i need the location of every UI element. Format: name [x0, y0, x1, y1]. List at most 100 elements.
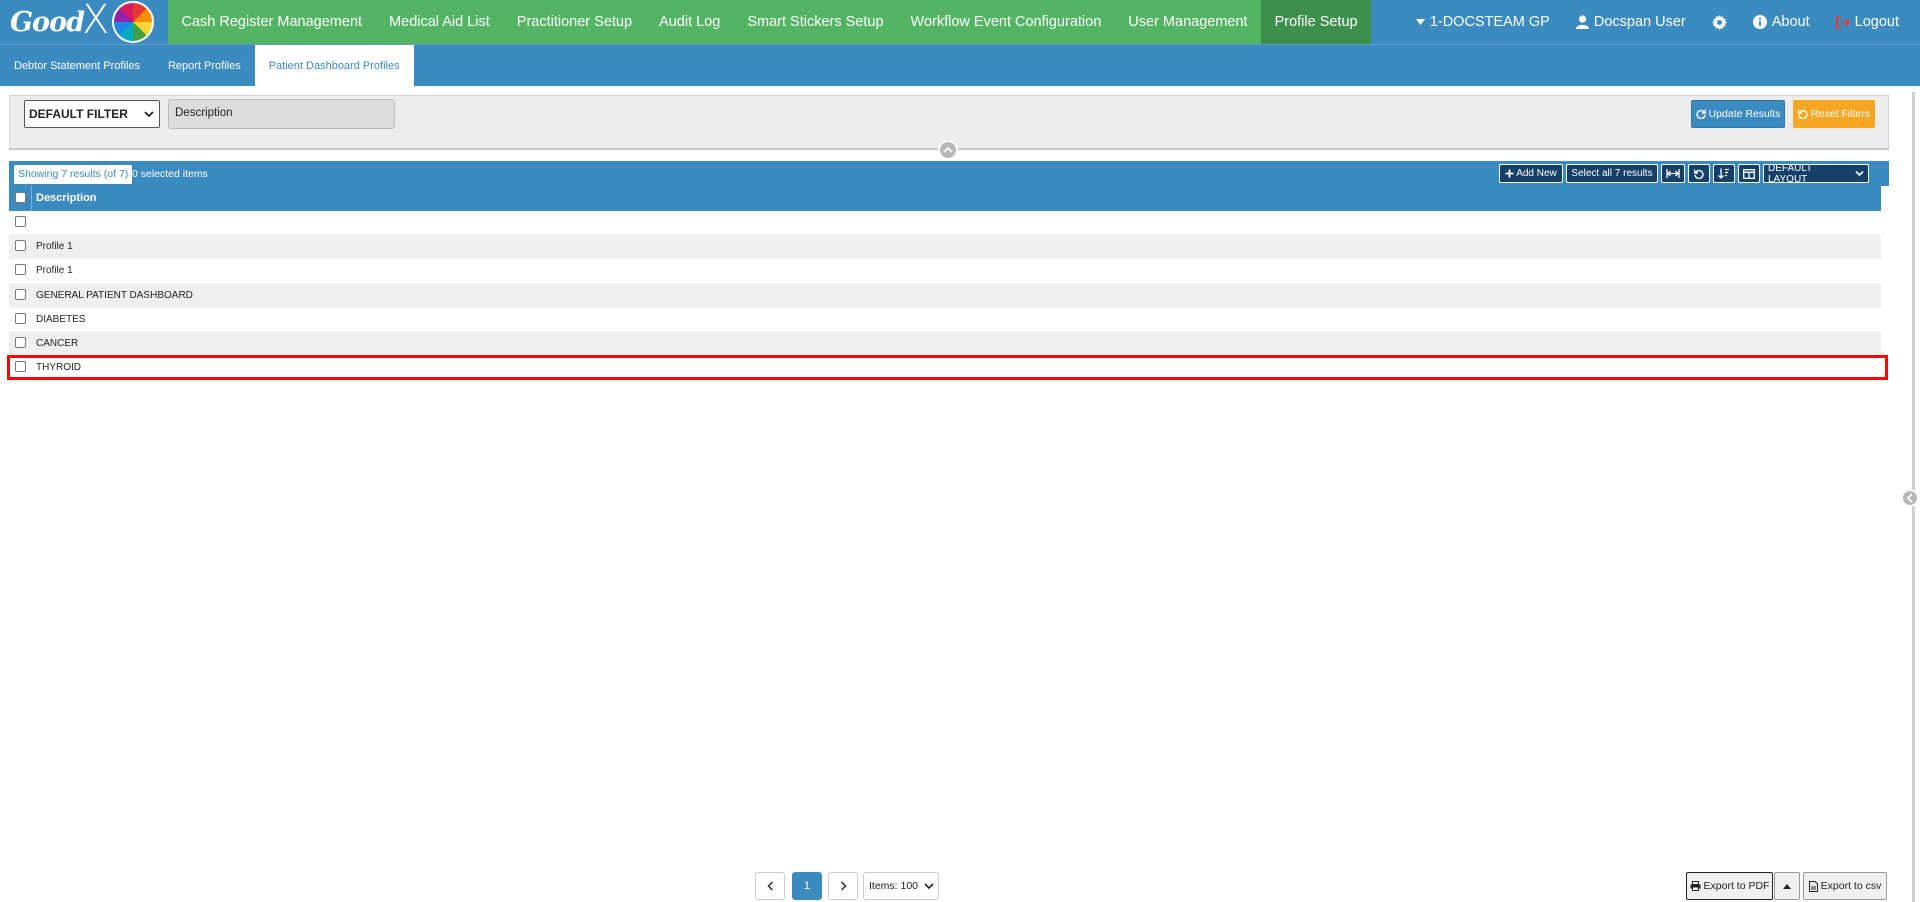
collapse-filter-button[interactable] [938, 140, 958, 160]
chevron-down-icon [924, 881, 934, 894]
table-row[interactable]: Profile 1 [9, 259, 1881, 284]
nav-medical-aid-list[interactable]: Medical Aid List [376, 0, 504, 44]
row-description: Profile 1 [36, 265, 73, 277]
table-row[interactable]: DIABETES [9, 308, 1881, 332]
tab-patient-dashboard-profiles[interactable]: Patient Dashboard Profiles [254, 45, 414, 86]
table-row[interactable]: GENERAL PATIENT DASHBOARD [9, 283, 1881, 308]
reset-filters-button[interactable]: Reset Filters [1793, 100, 1875, 128]
undo-icon [1798, 109, 1808, 119]
columns-icon [1743, 168, 1755, 179]
tab-report-profiles[interactable]: Report Profiles [154, 45, 255, 86]
sort-icon [1718, 168, 1730, 179]
columns-button[interactable] [1738, 164, 1760, 183]
settings-button[interactable] [1699, 14, 1740, 30]
printer-icon [1690, 881, 1701, 891]
logout-icon [1835, 15, 1850, 29]
top-navbar: Good X Cash Register Management Medical … [0, 0, 1920, 44]
grid-header: Description [9, 186, 1881, 211]
nav-profile-setup[interactable]: Profile Setup [1261, 0, 1372, 44]
arrows-horizontal-icon [1666, 169, 1680, 178]
row-checkbox[interactable] [15, 264, 26, 276]
chevron-left-icon [766, 881, 774, 891]
fit-columns-button[interactable] [1661, 164, 1685, 183]
logo-text: Good [10, 6, 85, 38]
row-description: THYROID [36, 362, 81, 374]
select-all-checkbox[interactable] [15, 192, 26, 203]
table-row[interactable]: Profile 1 [9, 235, 1881, 260]
chevron-left-icon [1906, 493, 1914, 503]
description-filter-field[interactable]: Description [168, 99, 395, 129]
user-icon [1575, 15, 1589, 29]
selected-count: 0 selected items [132, 168, 208, 180]
page-1-button[interactable]: 1 [792, 872, 822, 900]
table-row[interactable] [9, 211, 1881, 236]
chevron-right-icon [840, 881, 847, 891]
nav-audit-log[interactable]: Audit Log [646, 0, 734, 44]
row-description: GENERAL PATIENT DASHBOARD [36, 289, 193, 301]
color-wheel-icon [112, 1, 154, 43]
about-link[interactable]: About [1740, 14, 1823, 30]
nav-practitioner-setup[interactable]: Practitioner Setup [503, 0, 645, 44]
export-csv-label: Export to csv [1820, 880, 1882, 892]
refresh-icon [1696, 109, 1706, 119]
items-per-page-select[interactable]: Items: 100 [863, 872, 939, 900]
row-checkbox[interactable] [15, 312, 26, 324]
row-checkbox[interactable] [15, 216, 26, 227]
row-checkbox[interactable] [15, 240, 26, 252]
export-options-button[interactable] [1774, 872, 1800, 900]
side-panel-toggle[interactable] [1901, 489, 1919, 507]
row-checkbox[interactable] [15, 288, 26, 300]
tab-debtor-statement-profiles[interactable]: Debtor Statement Profiles [0, 45, 154, 86]
undo-icon [1694, 169, 1704, 179]
practice-name: 1-DOCSTEAM GP [1429, 14, 1550, 30]
goodx-logo[interactable]: Good X [0, 0, 168, 44]
about-label: About [1771, 14, 1810, 30]
row-description: Profile 1 [36, 241, 73, 253]
user-name: Docspan User [1593, 14, 1686, 30]
add-new-label: Add New [1516, 168, 1557, 179]
nav-cash-register-management[interactable]: Cash Register Management [168, 0, 376, 44]
prev-page-button[interactable] [755, 872, 785, 900]
logo-x: X [82, 0, 110, 43]
nav-workflow-event-configuration[interactable]: Workflow Event Configuration [897, 0, 1115, 44]
row-checkbox[interactable] [15, 336, 26, 348]
row-description: DIABETES [36, 313, 86, 325]
sort-button[interactable] [1713, 164, 1735, 183]
select-all-button[interactable]: Select all 7 results [1566, 164, 1658, 183]
chevron-up-icon [943, 146, 953, 154]
file-csv-icon [1808, 880, 1818, 892]
table-row[interactable]: CANCER [9, 331, 1881, 357]
column-header-description[interactable]: Description [36, 192, 97, 204]
chevron-down-icon [1855, 170, 1864, 177]
row-checkbox[interactable] [15, 361, 26, 373]
info-icon [1752, 15, 1767, 29]
user-menu[interactable]: Docspan User [1563, 14, 1699, 30]
plus-icon [1505, 169, 1514, 178]
gear-icon [1711, 14, 1727, 30]
reset-filters-label: Reset Filters [1811, 108, 1870, 120]
filter-select-value: DEFAULT FILTER [29, 107, 128, 121]
results-count: Showing 7 results (of 7) [14, 165, 133, 184]
export-csv-button[interactable]: Export to csv [1803, 872, 1887, 900]
logout-link[interactable]: Logout [1823, 14, 1912, 30]
caret-up-icon [1783, 883, 1791, 889]
practice-dropdown[interactable]: 1-DOCSTEAM GP [1403, 14, 1563, 30]
export-pdf-label: Export to PDF [1703, 880, 1770, 892]
nav-user-management[interactable]: User Management [1115, 0, 1261, 44]
table-row[interactable]: THYROID [9, 356, 1881, 381]
chevron-down-icon [144, 108, 154, 122]
filter-select[interactable]: DEFAULT FILTER [24, 100, 160, 128]
nav-smart-stickers-setup[interactable]: Smart Stickers Setup [734, 0, 897, 44]
update-results-button[interactable]: Update Results [1691, 100, 1785, 128]
add-new-button[interactable]: Add New [1499, 164, 1563, 183]
export-pdf-button[interactable]: Export to PDF [1686, 872, 1773, 900]
next-page-button[interactable] [828, 872, 858, 900]
row-description: CANCER [36, 337, 79, 349]
sub-tab-bar: Debtor Statement Profiles Report Profile… [0, 44, 1920, 86]
caret-down-icon [1415, 19, 1425, 25]
reset-layout-button[interactable] [1688, 164, 1710, 183]
nav-right-group: 1-DOCSTEAM GP Docspan User About Logout [1403, 0, 1920, 44]
layout-label: DEFAULT LAYOUT [1768, 162, 1813, 185]
items-per-page-value: Items: 100 [869, 880, 919, 892]
layout-dropdown[interactable]: DEFAULT LAYOUT [1763, 162, 1869, 185]
